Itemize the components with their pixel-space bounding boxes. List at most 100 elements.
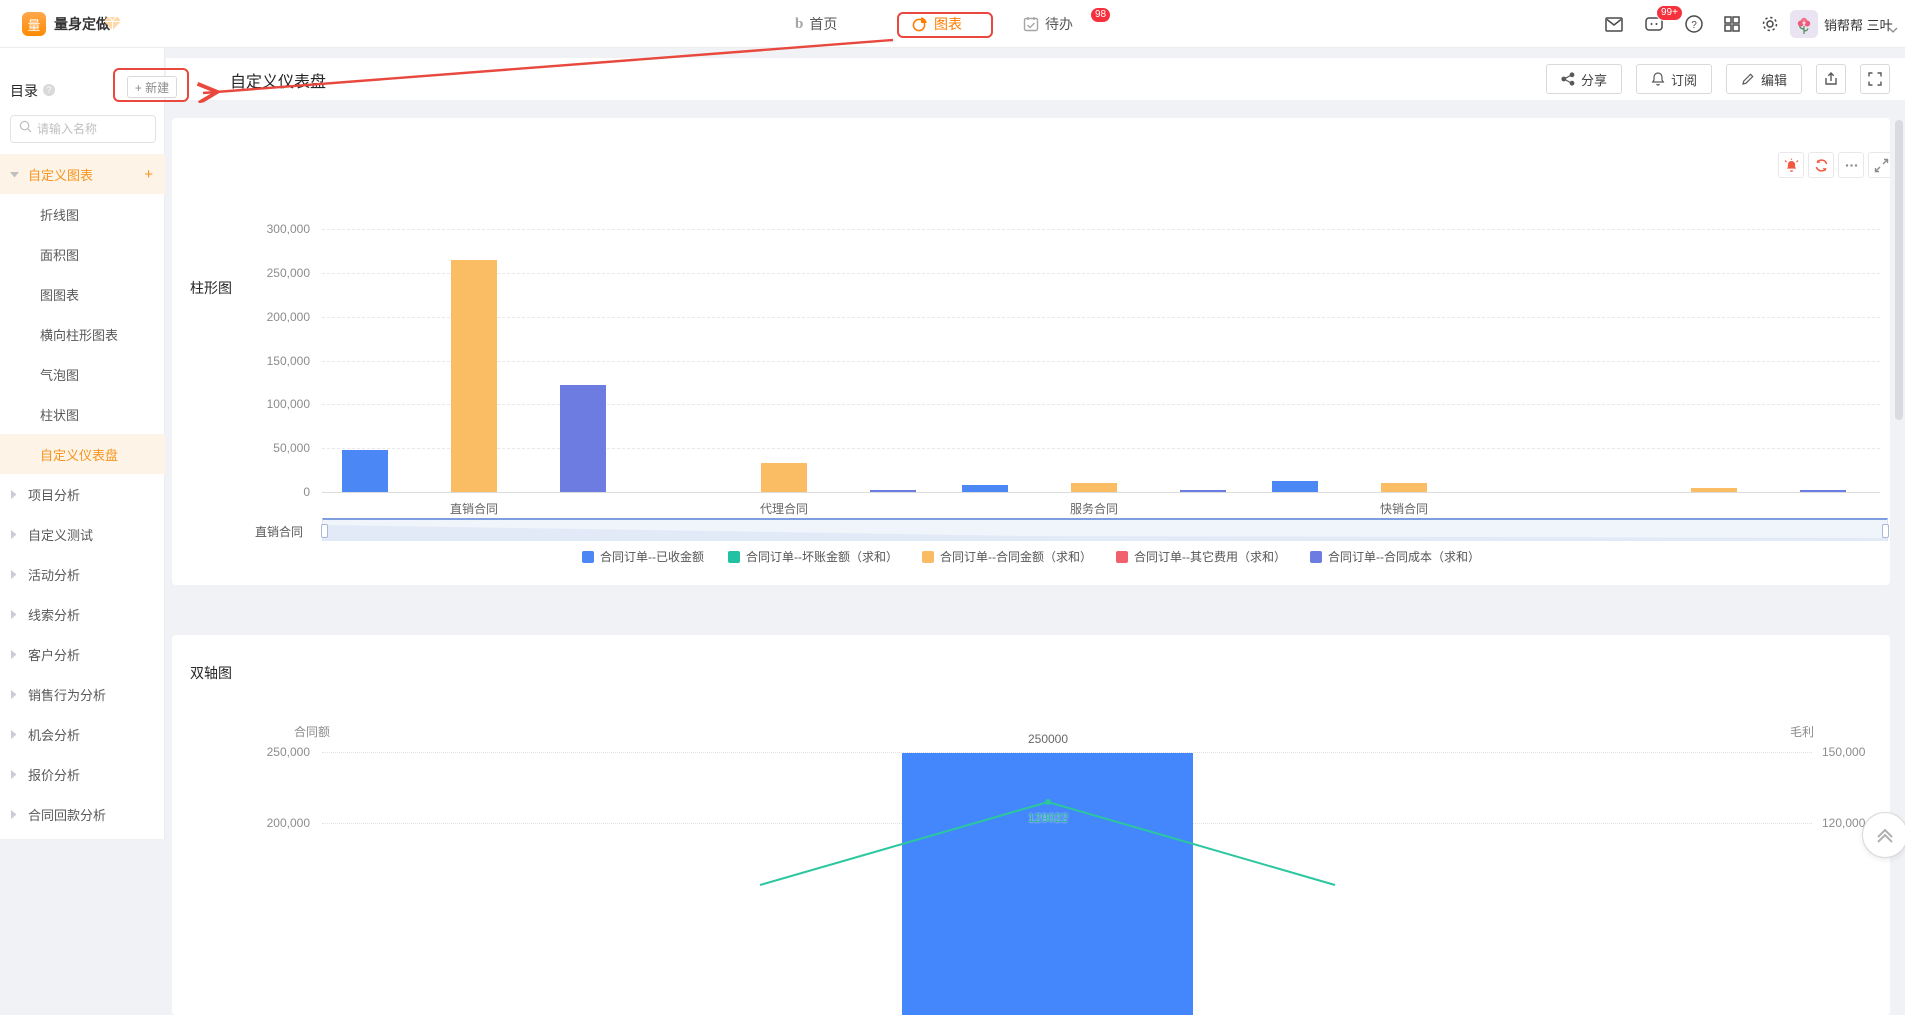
add-chart-icon[interactable]: + xyxy=(144,166,153,183)
y-axis-tick: 0 xyxy=(303,485,310,499)
legend-item-合同订单--坏账金额（求和）[interactable]: 合同订单--坏账金额（求和） xyxy=(728,548,898,565)
refresh-button[interactable] xyxy=(1808,152,1834,178)
app-name: 量身定做 xyxy=(54,16,110,32)
sidebar-item-柱状图[interactable]: 柱状图 xyxy=(0,394,165,434)
caret-right-icon[interactable] xyxy=(10,529,20,539)
caret-right-icon[interactable] xyxy=(10,809,20,819)
sidebar-item-客户分析[interactable]: 客户分析 xyxy=(0,634,165,674)
search-icon xyxy=(19,120,32,138)
edit-pencil-icon xyxy=(1741,72,1755,86)
sidebar-item-报价分析[interactable]: 报价分析 xyxy=(0,754,165,794)
gridline xyxy=(322,229,1880,230)
x-axis-label[interactable]: 直销合同 xyxy=(414,500,534,517)
avatar[interactable] xyxy=(1790,10,1818,38)
home-icon: b xyxy=(795,15,804,32)
caret-right-icon[interactable] xyxy=(10,689,20,699)
new-chart-button[interactable]: + 新建 xyxy=(127,76,177,98)
nav-item-首页[interactable]: b 首页 xyxy=(795,0,837,48)
caret-right-icon[interactable] xyxy=(10,489,20,499)
x-axis-label[interactable]: 代理合同 xyxy=(724,500,844,517)
sidebar-item-图图表[interactable]: 图图表 xyxy=(0,274,165,314)
bar-合同订单--合同金额（求和）-cat4 xyxy=(1691,487,1737,492)
app-logo[interactable]: 量 xyxy=(22,12,46,36)
y-axis-tick: 300,000 xyxy=(266,222,310,236)
x-axis-label[interactable]: 服务合同 xyxy=(1034,500,1154,517)
svg-text:?: ? xyxy=(46,85,51,95)
bar-合同订单--合同金额（求和）-直销合同 xyxy=(451,259,497,492)
legend-item-合同订单--其它费用（求和）[interactable]: 合同订单--其它费用（求和） xyxy=(1116,548,1286,565)
sidebar-item-气泡图[interactable]: 气泡图 xyxy=(0,354,165,394)
legend-swatch xyxy=(1310,550,1322,563)
chevron-down-icon[interactable] xyxy=(1888,21,1898,39)
question-circle-icon[interactable]: ? xyxy=(42,83,56,100)
page-title: 自定义仪表盘 xyxy=(230,74,327,91)
sidebar-tree: 自定义图表 + 折线图 面积图 图图表 横向柱形图表 气泡图 柱状图 自定义仪表盘 项目分析 自定义… xyxy=(0,154,165,834)
help-icon[interactable]: ? xyxy=(1684,14,1704,34)
sidebar-item-销售行为分析[interactable]: 销售行为分析 xyxy=(0,674,165,714)
sidebar-item-自定义图表[interactable]: 自定义图表 + xyxy=(0,154,165,194)
sidebar-item-项目分析[interactable]: 项目分析 xyxy=(0,474,165,514)
nav-item-图表[interactable]: 图表 xyxy=(912,0,962,48)
sidebar-item-线索分析[interactable]: 线索分析 xyxy=(0,594,165,634)
todo-badge: 98 xyxy=(1090,7,1112,23)
gridline xyxy=(322,316,1880,318)
legend-item-合同订单--合同金额（求和）[interactable]: 合同订单--合同金额（求和） xyxy=(922,548,1092,565)
search-input[interactable] xyxy=(37,122,137,136)
message-badge: 99+ xyxy=(1656,5,1683,21)
todo-calendar-icon xyxy=(1023,16,1039,32)
sidebar-item-合同回款分析[interactable]: 合同回款分析 xyxy=(0,794,165,834)
caret-right-icon[interactable] xyxy=(10,569,20,579)
datazoom-slider[interactable] xyxy=(321,518,1889,541)
expand-button[interactable] xyxy=(1868,152,1890,178)
settings-gear-icon[interactable] xyxy=(1760,14,1780,34)
topbar: 量 量身定做 b 首页 图表 待办 98 99+? 销帮帮 三叶 xyxy=(0,0,1905,48)
sidebar-item-面积图[interactable]: 面积图 xyxy=(0,234,165,274)
sidebar-item-自定义测试[interactable]: 自定义测试 xyxy=(0,514,165,554)
back-to-top-button[interactable] xyxy=(1862,812,1905,858)
编辑-button[interactable]: 编辑 xyxy=(1725,64,1802,94)
alarm-button[interactable] xyxy=(1778,152,1804,178)
caret-right-icon[interactable] xyxy=(10,729,20,739)
dual-axis-chart-card: 双轴图 合同额 毛利 250,000 150,000 200,000 120,000 … xyxy=(172,635,1890,1015)
svg-text:?: ? xyxy=(1691,20,1697,31)
legend-item-合同订单--已收金额[interactable]: 合同订单--已收金额 xyxy=(582,548,704,565)
mail-icon[interactable] xyxy=(1604,14,1624,34)
apps-grid-icon[interactable] xyxy=(1722,14,1742,34)
datazoom-handle-left[interactable] xyxy=(321,524,328,538)
bar-合同订单--已收金额-直销合同 xyxy=(342,449,388,492)
nav-item-待办[interactable]: 待办 xyxy=(1023,0,1073,48)
search-box[interactable] xyxy=(10,115,156,143)
sidebar-item-折线图[interactable]: 折线图 xyxy=(0,194,165,234)
chart-legend: 合同订单--已收金额 合同订单--坏账金额（求和） 合同订单--合同金额（求和） 合同… xyxy=(172,548,1890,565)
chart-toolbar xyxy=(1778,152,1890,178)
caret-right-icon[interactable] xyxy=(10,609,20,619)
x-axis-label[interactable]: 快销合同 xyxy=(1344,500,1464,517)
sidebar-item-自定义仪表盘[interactable]: 自定义仪表盘 xyxy=(0,434,165,474)
datazoom-label: 直销合同 xyxy=(255,525,304,539)
share-icon xyxy=(1561,72,1575,86)
legend-swatch xyxy=(582,550,594,563)
sidebar-item-横向柱形图表[interactable]: 横向柱形图表 xyxy=(0,314,165,354)
more-button[interactable] xyxy=(1838,152,1864,178)
bar-合同订单--合同金额（求和）-代理合同 xyxy=(761,463,807,492)
legend-item-合同订单--合同成本（求和）[interactable]: 合同订单--合同成本（求和） xyxy=(1310,548,1480,565)
bar-合同订单--合同成本（求和）-服务合同 xyxy=(1180,490,1226,492)
page-scrollbar[interactable] xyxy=(1895,120,1903,420)
bar-合同订单--合同成本（求和）-直销合同 xyxy=(560,385,606,492)
datazoom-handle-right[interactable] xyxy=(1882,524,1889,538)
gridline xyxy=(322,448,1880,450)
export-button[interactable] xyxy=(1816,64,1846,94)
vip-diamond-icon xyxy=(104,16,121,36)
sidebar-item-活动分析[interactable]: 活动分析 xyxy=(0,554,165,594)
caret-right-icon[interactable] xyxy=(10,769,20,779)
fullscreen-button[interactable] xyxy=(1860,64,1890,94)
sidebar-item-机会分析[interactable]: 机会分析 xyxy=(0,714,165,754)
caret-down-icon[interactable] xyxy=(10,171,20,178)
catalog-label: 目录 ? xyxy=(10,81,56,101)
chart-pie-icon xyxy=(912,16,928,32)
user-name[interactable]: 销帮帮 三叶 xyxy=(1824,0,1893,48)
订阅-button[interactable]: 订阅 xyxy=(1635,64,1712,94)
bar-chart-card: 柱形图 300,000 250,000 200,000 150,000 100,000 5… xyxy=(172,118,1890,585)
caret-right-icon[interactable] xyxy=(10,649,20,659)
分享-button[interactable]: 分享 xyxy=(1545,64,1622,94)
